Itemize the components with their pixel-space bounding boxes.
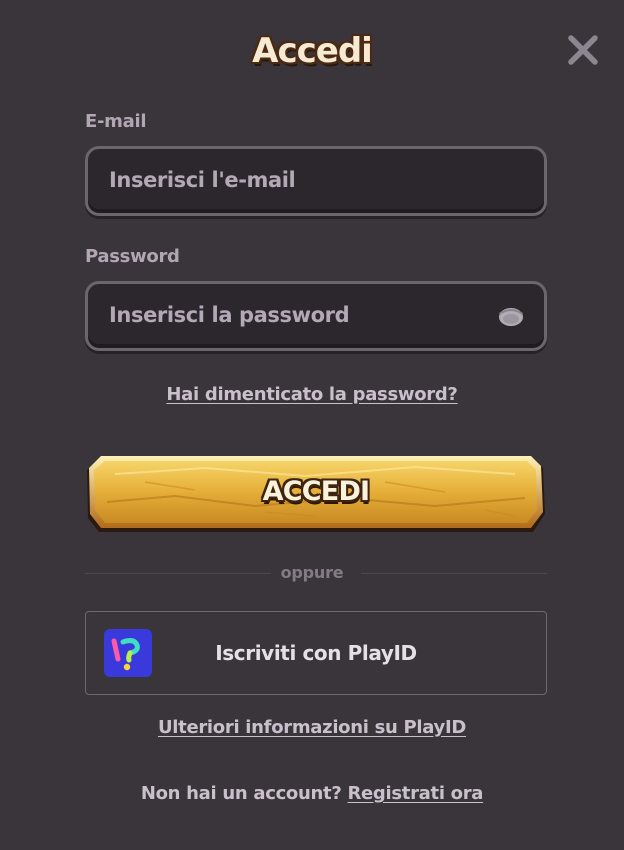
close-icon [568,35,598,65]
email-field[interactable] [88,149,544,213]
divider-right [361,573,547,574]
playid-info-link-row: Ulteriori informazioni su PlayID [0,716,624,740]
forgot-password-link[interactable]: Hai dimenticato la password? [166,384,457,405]
email-field-frame [85,146,547,216]
forgot-password-link-row: Hai dimenticato la password? [0,383,624,407]
playid-signup-button[interactable]: Iscriviti con PlayID [85,611,547,695]
login-submit-label: ACCEDI [262,476,370,507]
playid-info-link[interactable]: Ulteriori informazioni su PlayID [158,717,466,738]
email-label: E-mail [85,111,147,132]
dialog-title: Accedi [252,31,373,71]
password-field[interactable] [88,284,544,348]
signup-prompt-text: Non hai un account? [140,783,342,804]
signup-prompt-row: Non hai un account? Registrati ora [0,782,624,806]
password-field-frame [85,281,547,351]
signup-link[interactable]: Registrati ora [347,783,483,804]
login-submit-button[interactable]: ACCEDI [85,452,547,538]
login-dialog: Accedi E-mail Password Hai dimenticato l… [0,0,624,850]
eye-icon[interactable] [498,306,524,326]
password-label: Password [85,246,180,267]
playid-signup-label: Iscriviti con PlayID [215,641,417,665]
close-button[interactable] [566,33,600,67]
